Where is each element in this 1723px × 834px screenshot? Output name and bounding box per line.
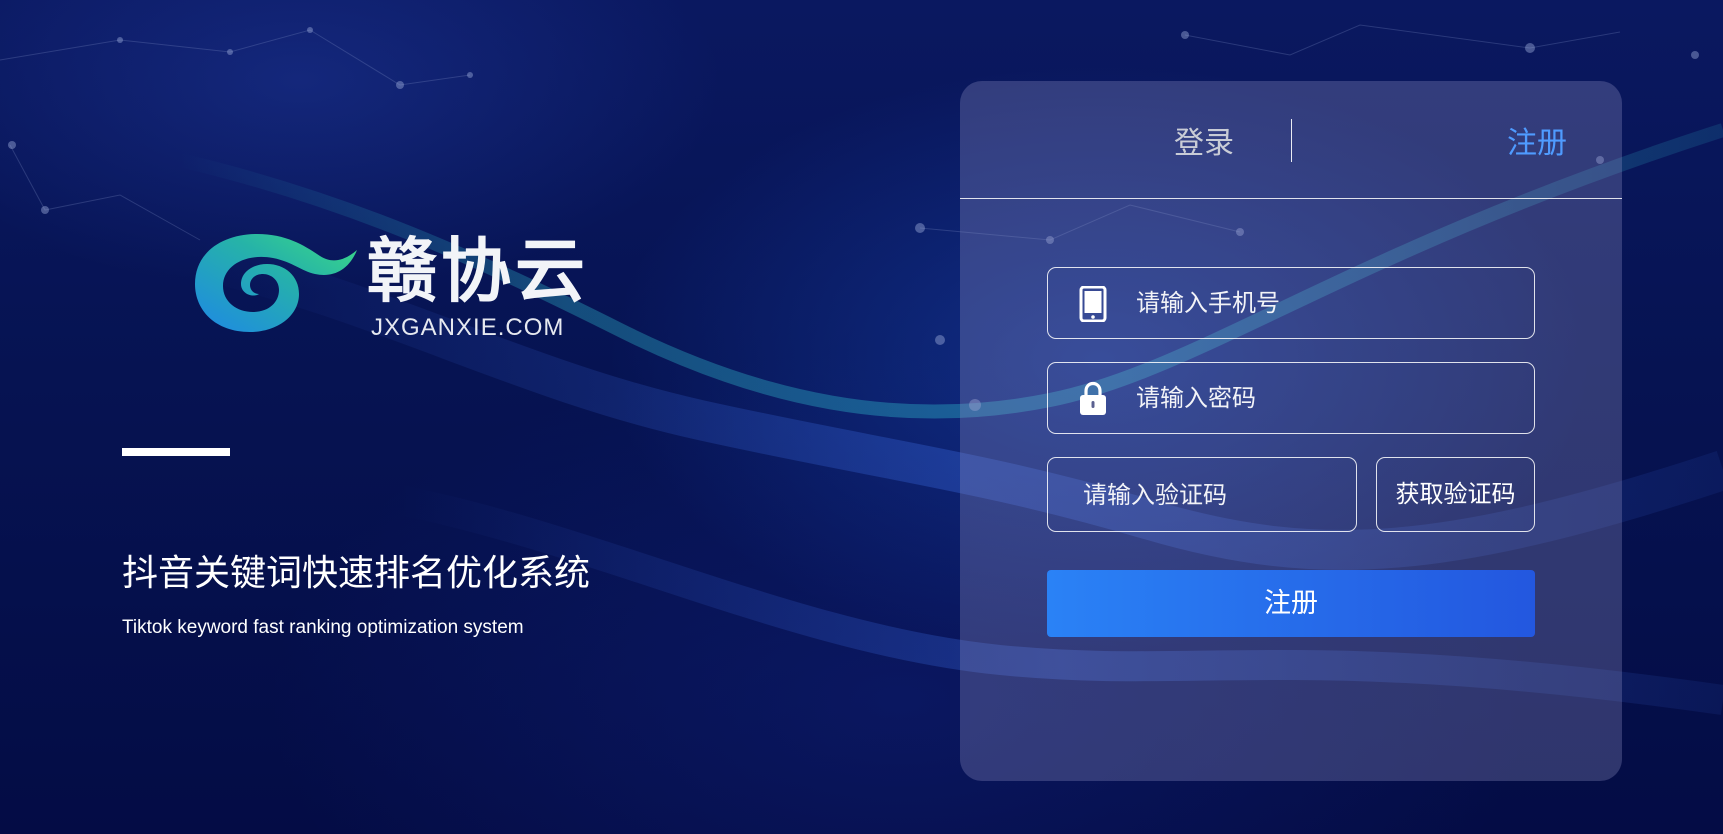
brand-logo: 赣协云 JXGANXIE.COM (195, 228, 585, 343)
code-field (1047, 457, 1357, 532)
tab-login[interactable]: 登录 (1124, 122, 1284, 166)
swirl-logo-icon (195, 234, 357, 332)
tab-divider (1291, 119, 1292, 162)
phone-icon (1079, 286, 1107, 322)
phone-input[interactable] (1136, 268, 1516, 338)
hero-subtitle: Tiktok keyword fast ranking optimization… (122, 617, 524, 638)
get-code-button[interactable]: 获取验证码 (1376, 457, 1535, 532)
tab-register[interactable]: 注册 (1457, 122, 1617, 166)
register-button[interactable]: 注册 (1047, 570, 1535, 637)
register-panel: 登录 注册 获取验证码 注册 (960, 81, 1622, 781)
brand-name: 赣协云 (367, 230, 589, 312)
password-field (1047, 362, 1535, 434)
phone-field (1047, 267, 1535, 339)
accent-divider (122, 448, 230, 456)
brand-domain: JXGANXIE.COM (371, 314, 565, 341)
hero-title: 抖音关键词快速排名优化系统 (122, 553, 591, 594)
lock-icon (1080, 381, 1106, 415)
password-input[interactable] (1136, 363, 1516, 433)
code-input[interactable] (1083, 458, 1343, 531)
auth-tabs: 登录 注册 (960, 81, 1622, 199)
